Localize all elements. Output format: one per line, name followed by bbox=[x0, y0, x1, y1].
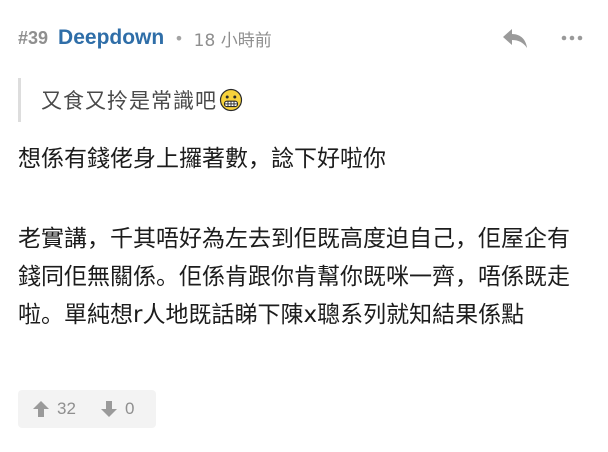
header-actions bbox=[500, 23, 586, 53]
upvote-arrow-icon bbox=[33, 401, 49, 417]
downvote-arrow-icon bbox=[101, 401, 117, 417]
more-options-button[interactable] bbox=[558, 23, 586, 53]
downvote-button[interactable]: 0 bbox=[94, 390, 134, 428]
content-paragraph-1: 想係有錢佬身上攞著數，諗下好啦你 bbox=[18, 146, 386, 172]
quoted-reply: 又食又拎是常識吧 bbox=[18, 78, 243, 122]
grimacing-face-emoji-icon bbox=[219, 88, 243, 112]
reply-post: #39 Deepdown • 18 小時前 又食又拎是常識吧 想係有錢佬身上攞著… bbox=[0, 0, 608, 452]
username-link[interactable]: Deepdown bbox=[58, 26, 164, 50]
upvote-button[interactable]: 32 bbox=[18, 390, 94, 428]
downvote-count: 0 bbox=[125, 399, 135, 418]
post-header: #39 Deepdown • 18 小時前 bbox=[18, 22, 586, 54]
quote-text: 又食又拎是常識吧 bbox=[41, 89, 217, 113]
post-number: #39 bbox=[18, 27, 49, 48]
meta-separator: • bbox=[174, 28, 184, 48]
vote-bar: 32 0 bbox=[18, 390, 156, 428]
post-time: 18 小時前 bbox=[193, 30, 272, 51]
reply-icon bbox=[503, 29, 527, 48]
quote-reply-button[interactable] bbox=[500, 23, 530, 53]
upvote-count: 32 bbox=[57, 399, 76, 418]
post-content: 想係有錢佬身上攞著數，諗下好啦你 老實講，千其唔好為左去到佢既高度迫自己，佢屋企… bbox=[18, 140, 590, 334]
content-paragraph-2: 老實講，千其唔好為左去到佢既高度迫自己，佢屋企有錢同佢無關係。佢係肯跟你肯幫你既… bbox=[18, 226, 570, 328]
more-icon bbox=[561, 35, 583, 41]
